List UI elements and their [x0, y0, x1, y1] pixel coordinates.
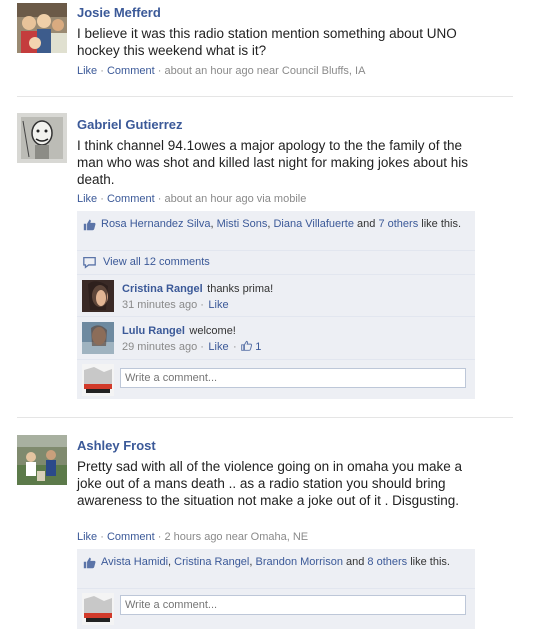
- commenter-avatar[interactable]: [82, 280, 114, 312]
- post-time: · about an hour ago near Council Bluffs,…: [157, 65, 366, 77]
- liker-name[interactable]: Brandon Morrison: [256, 556, 343, 568]
- likes-sep: ,: [249, 556, 253, 568]
- feedback-box: Avista Hamidi, Cristina Rangel, Brandon …: [77, 549, 475, 629]
- post-meta: Like · Comment · about an hour ago near …: [77, 65, 365, 77]
- likes-and: and: [346, 556, 365, 568]
- like-link[interactable]: Like: [77, 531, 97, 543]
- user-avatar-icon: [82, 322, 114, 354]
- likes-sep: ,: [168, 556, 172, 568]
- likes-and: and: [357, 218, 376, 230]
- comment-like-count[interactable]: 1: [241, 340, 262, 353]
- comment-item: Lulu Rangel welcome! 29 minutes ago · Li…: [77, 316, 475, 359]
- comment-link[interactable]: Comment: [107, 531, 155, 543]
- thumbs-up-icon: [83, 557, 96, 569]
- comment-bubble-icon: [83, 256, 96, 269]
- post-josie: Josie Mefferd I believe it was this radi…: [0, 0, 533, 96]
- like-link[interactable]: Like: [77, 193, 97, 205]
- write-comment-input[interactable]: [120, 368, 466, 388]
- like-count: 1: [255, 341, 262, 353]
- user-avatar-icon: [17, 113, 67, 163]
- post-text: I think channel 94.1owes a major apology…: [77, 138, 468, 187]
- likes-sep: ,: [267, 218, 271, 230]
- like-link[interactable]: Like: [77, 65, 97, 77]
- post-author[interactable]: Gabriel Gutierrez: [77, 117, 182, 132]
- post-text: I believe it was this radio station ment…: [77, 26, 457, 58]
- view-all-row[interactable]: View all 12 comments: [77, 250, 475, 274]
- write-comment-row: [77, 588, 475, 629]
- user-avatar-icon: [82, 280, 114, 312]
- thumbs-up-icon: [83, 219, 96, 231]
- comment-text: welcome!: [189, 325, 236, 337]
- liker-name[interactable]: Cristina Rangel: [174, 556, 249, 568]
- commenter-name[interactable]: Cristina Rangel: [122, 283, 203, 295]
- meta-dot: ·: [100, 531, 104, 543]
- post-author[interactable]: Josie Mefferd: [77, 5, 161, 20]
- post-time: · about an hour ago via mobile: [157, 193, 307, 205]
- comment-time: 29 minutes ago ·: [122, 341, 204, 353]
- user-avatar-icon: [17, 3, 67, 53]
- write-comment-row: [77, 359, 475, 400]
- comment-time: 31 minutes ago ·: [122, 299, 204, 311]
- user-avatar[interactable]: [17, 113, 67, 163]
- liker-name[interactable]: Misti Sons: [217, 218, 268, 230]
- user-avatar-icon: [17, 435, 67, 485]
- meta-dot: ·: [100, 193, 104, 205]
- post-gabriel: Gabriel Gutierrez I think channel 94.1ow…: [0, 97, 533, 417]
- post-ashley: Ashley Frost Pretty sad with all of the …: [0, 418, 533, 633]
- post-time: · 2 hours ago near Omaha, NE: [157, 531, 309, 543]
- thumbs-up-icon: [241, 340, 253, 351]
- comment-link[interactable]: Comment: [107, 65, 155, 77]
- post-text: Pretty sad with all of the violence goin…: [77, 459, 462, 508]
- comment-like-link[interactable]: Like: [208, 299, 228, 311]
- likes-row: Rosa Hernandez Silva, Misti Sons, Diana …: [77, 211, 475, 249]
- user-avatar[interactable]: [17, 3, 67, 53]
- page-avatar: [82, 364, 114, 396]
- comment-like-link[interactable]: Like: [208, 341, 228, 353]
- likes-row: Avista Hamidi, Cristina Rangel, Brandon …: [77, 549, 475, 587]
- post-meta: Like · Comment · 2 hours ago near Omaha,…: [77, 531, 308, 543]
- meta-dot: ·: [100, 65, 104, 77]
- comment-link[interactable]: Comment: [107, 193, 155, 205]
- user-avatar-icon: [82, 364, 114, 396]
- view-all-comments-link[interactable]: View all 12 comments: [103, 256, 210, 268]
- comment-text: thanks prima!: [207, 283, 274, 295]
- page-avatar: [82, 593, 114, 625]
- commenter-name[interactable]: Lulu Rangel: [122, 325, 185, 337]
- likes-tail: like this.: [410, 556, 450, 568]
- comment-item: Cristina Rangel thanks prima! 31 minutes…: [77, 274, 475, 316]
- liker-name[interactable]: Diana Villafuerte: [273, 218, 354, 230]
- write-comment-input[interactable]: [120, 595, 466, 615]
- likes-tail: like this.: [421, 218, 462, 230]
- meta-dot: ·: [233, 341, 237, 353]
- post-meta: Like · Comment · about an hour ago via m…: [77, 193, 306, 205]
- post-author[interactable]: Ashley Frost: [77, 438, 156, 453]
- user-avatar-icon: [82, 593, 114, 625]
- likes-others-link[interactable]: 8 others: [367, 556, 407, 568]
- user-avatar[interactable]: [17, 435, 67, 485]
- likes-sep: ,: [210, 218, 214, 230]
- commenter-avatar[interactable]: [82, 322, 114, 354]
- liker-name[interactable]: Rosa Hernandez Silva: [101, 218, 210, 230]
- likes-others-link[interactable]: 7 others: [378, 218, 418, 230]
- feedback-box: Rosa Hernandez Silva, Misti Sons, Diana …: [77, 211, 475, 399]
- liker-name[interactable]: Avista Hamidi: [101, 556, 168, 568]
